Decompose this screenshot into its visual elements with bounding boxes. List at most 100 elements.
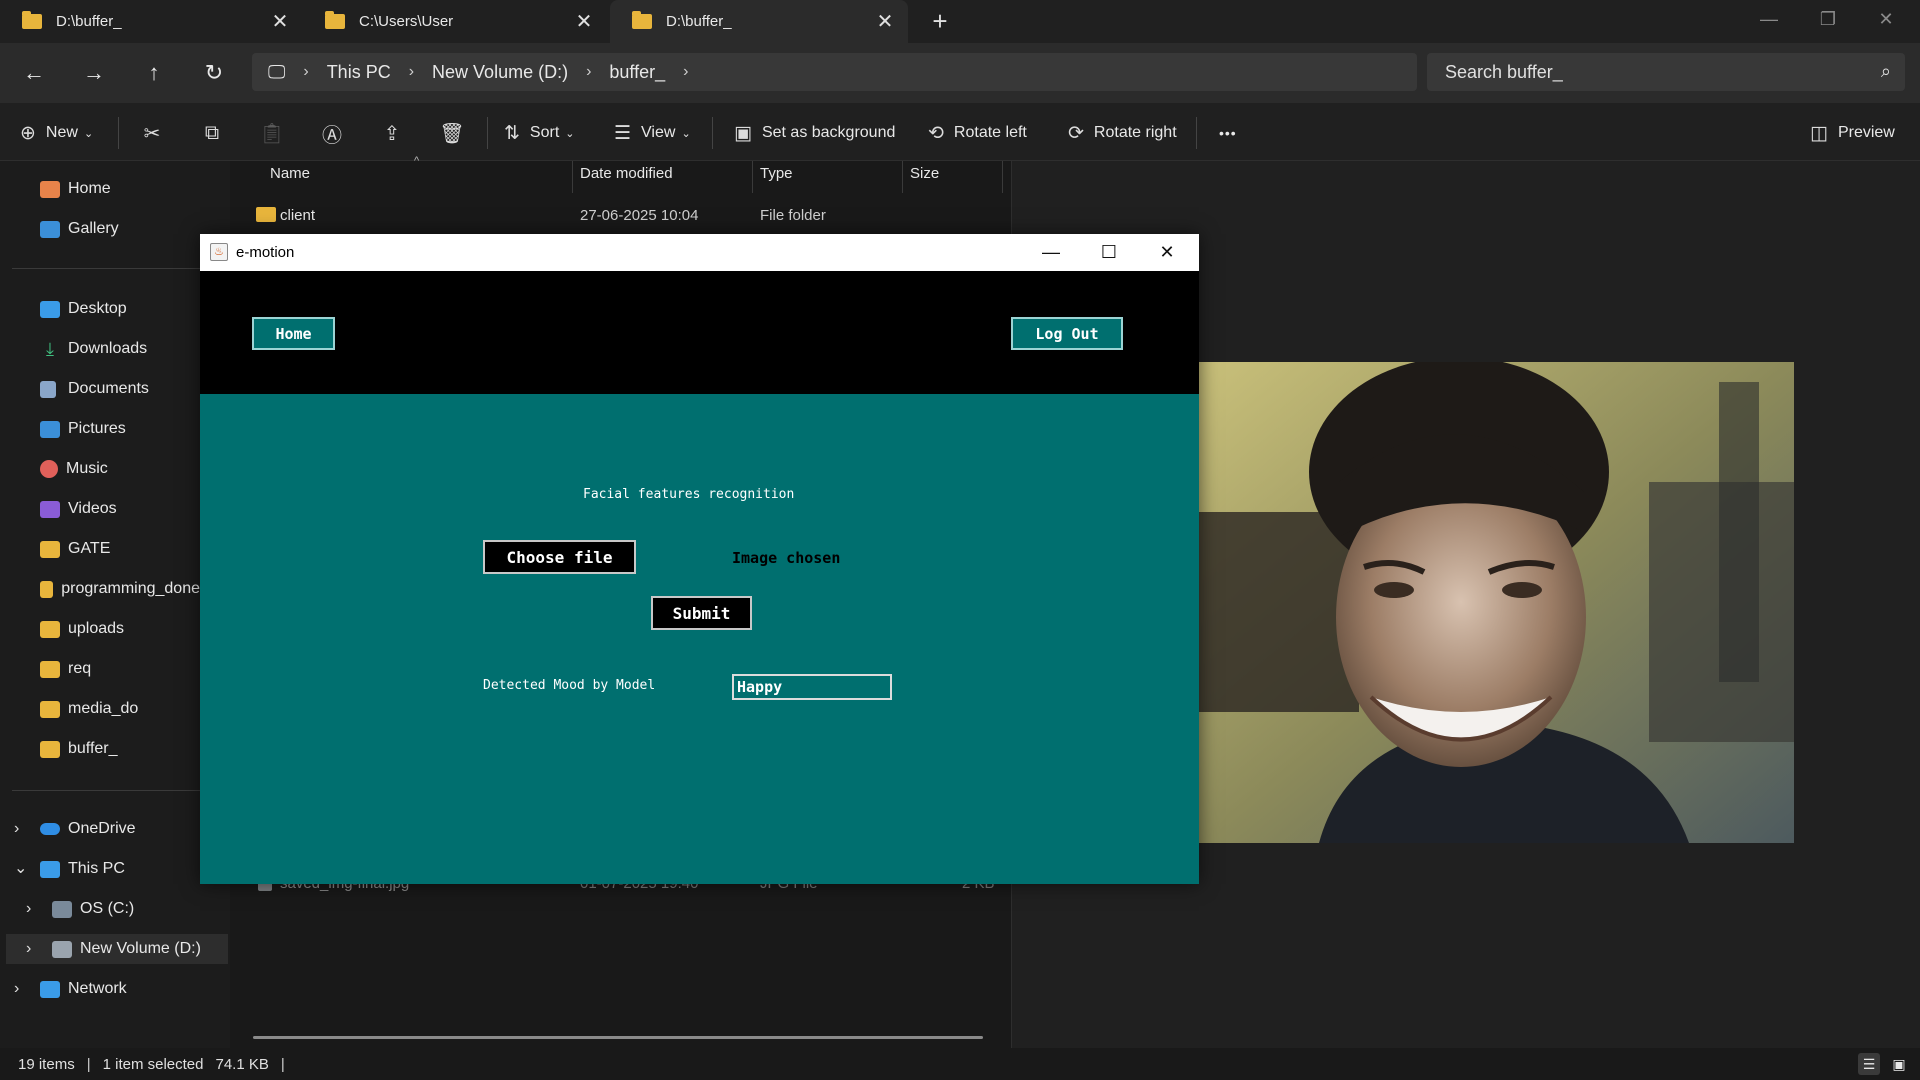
- more-options-button[interactable]: •••: [1219, 118, 1237, 148]
- sidebar-item-label: buffer_: [68, 740, 118, 757]
- gallery-icon: [40, 220, 60, 238]
- page-heading: Facial features recognition: [583, 487, 795, 502]
- sidebar-item-desktop[interactable]: Desktop: [40, 294, 127, 324]
- chevron-right-icon[interactable]: ›: [14, 980, 19, 998]
- sidebar-item-new-volume[interactable]: New Volume (D:): [6, 934, 228, 964]
- search-input[interactable]: Search buffer_ ⌕: [1427, 53, 1905, 91]
- submit-button[interactable]: Submit: [651, 596, 752, 630]
- sidebar-item-gallery[interactable]: Gallery: [40, 214, 119, 244]
- divider: [487, 117, 488, 149]
- column-header-date[interactable]: Date modified: [580, 165, 673, 189]
- sidebar-item-buffer[interactable]: buffer_: [40, 734, 118, 764]
- sidebar-item-label: Desktop: [68, 300, 127, 317]
- sidebar-item-this-pc[interactable]: This PC: [40, 854, 125, 884]
- sidebar-item-home[interactable]: Home: [40, 174, 111, 204]
- photo-of-smiling-person: [1199, 362, 1794, 843]
- chevron-right-icon[interactable]: ›: [26, 940, 31, 958]
- window-close-button[interactable]: ✕: [1858, 0, 1914, 38]
- chevron-right-icon[interactable]: ›: [14, 820, 19, 838]
- sidebar-item-documents[interactable]: Documents: [40, 374, 149, 404]
- rotate-left-button[interactable]: ⟲ Rotate left: [928, 118, 1027, 148]
- copy-button[interactable]: ⧉: [197, 118, 227, 148]
- chevron-right-icon[interactable]: ›: [26, 900, 31, 918]
- preview-pane-icon: ◫: [1810, 122, 1828, 144]
- rotate-right-button[interactable]: ⟳ Rotate right: [1068, 118, 1177, 148]
- minimize-button[interactable]: —: [1741, 0, 1797, 38]
- mood-output-field[interactable]: Happy: [732, 674, 892, 700]
- cut-button[interactable]: ✂: [137, 118, 167, 148]
- set-background-button[interactable]: ▣ Set as background: [734, 118, 895, 148]
- column-divider[interactable]: [752, 161, 753, 193]
- forward-button[interactable]: →: [76, 58, 112, 88]
- breadcrumb-folder[interactable]: buffer_: [609, 62, 665, 83]
- sidebar-item-os-c[interactable]: OS (C:): [52, 894, 134, 924]
- tiles-view-button[interactable]: ▣: [1888, 1053, 1910, 1075]
- sidebar-item-downloads[interactable]: ⤓ Downloads: [40, 334, 147, 364]
- app-title: e-motion: [236, 244, 295, 261]
- column-divider[interactable]: [902, 161, 903, 193]
- choose-file-button[interactable]: Choose file: [483, 540, 636, 574]
- sidebar-item-req[interactable]: req: [40, 654, 91, 684]
- app-close-button[interactable]: ✕: [1138, 234, 1196, 271]
- table-row[interactable]: client 27-06-2025 10:04 File folder: [256, 205, 996, 229]
- view-button[interactable]: ☰ View ⌄: [614, 118, 691, 148]
- app-maximize-button[interactable]: ☐: [1080, 234, 1138, 271]
- address-bar[interactable]: 🖵 › This PC › New Volume (D:) › buffer_ …: [252, 53, 1417, 91]
- sidebar-item-pictures[interactable]: Pictures: [40, 414, 126, 444]
- sidebar-item-programming[interactable]: programming_done: [40, 574, 200, 604]
- new-button[interactable]: ⊕ New ⌄: [20, 118, 93, 148]
- breadcrumb-drive[interactable]: New Volume (D:): [432, 62, 568, 83]
- refresh-button[interactable]: ↻: [196, 58, 232, 88]
- close-icon: ✕: [1159, 242, 1175, 262]
- details-view-icon: ☰: [1862, 1055, 1876, 1072]
- home-button[interactable]: Home: [252, 317, 335, 350]
- minimize-icon: —: [1042, 242, 1060, 262]
- chevron-down-icon[interactable]: ⌄: [14, 858, 27, 878]
- up-button[interactable]: ↑: [136, 58, 172, 88]
- arrow-right-icon: →: [83, 60, 105, 85]
- app-title-bar[interactable]: ♨ e-motion — ☐ ✕: [200, 234, 1199, 271]
- close-icon[interactable]: ✕: [569, 0, 599, 43]
- tab-users[interactable]: C:\Users\User ✕: [303, 0, 607, 43]
- rename-button[interactable]: Ⓐ: [317, 118, 347, 148]
- restore-button[interactable]: ❐: [1800, 0, 1856, 38]
- column-header-size[interactable]: Size: [910, 165, 939, 189]
- tab-buffer-active[interactable]: D:\buffer_ ✕: [610, 0, 908, 43]
- logout-button[interactable]: Log Out: [1011, 317, 1123, 350]
- preview-label: Preview: [1837, 124, 1895, 141]
- sort-button[interactable]: ⇅ Sort ⌄: [504, 118, 574, 148]
- sidebar-item-label: New Volume (D:): [80, 940, 201, 957]
- sidebar-item-uploads[interactable]: uploads: [40, 614, 124, 644]
- back-button[interactable]: ←: [16, 58, 52, 88]
- sidebar-item-music[interactable]: Music: [40, 454, 108, 484]
- breadcrumb-this-pc[interactable]: This PC: [327, 62, 391, 83]
- sidebar-item-media[interactable]: media_do: [40, 694, 138, 724]
- column-divider[interactable]: [1002, 161, 1003, 193]
- tab-label: C:\Users\User: [359, 13, 454, 30]
- chevron-right-icon: ›: [303, 63, 309, 80]
- paste-button[interactable]: 📋︎: [257, 118, 287, 148]
- sidebar-item-label: Pictures: [68, 420, 126, 437]
- horizontal-scrollbar[interactable]: [253, 1036, 983, 1039]
- delete-button[interactable]: 🗑︎: [437, 118, 467, 148]
- folder-icon: [40, 580, 54, 598]
- sidebar-item-label: Downloads: [68, 340, 148, 357]
- more-icon: •••: [1219, 125, 1237, 141]
- tab-buffer-1[interactable]: D:\buffer_ ✕: [0, 0, 303, 43]
- close-icon[interactable]: ✕: [265, 0, 295, 43]
- details-view-button[interactable]: ☰: [1858, 1053, 1880, 1075]
- new-label: New: [45, 124, 78, 141]
- sidebar-item-gate[interactable]: GATE: [40, 534, 110, 564]
- sidebar-item-videos[interactable]: Videos: [40, 494, 117, 524]
- share-button[interactable]: ⇪: [377, 118, 407, 148]
- app-minimize-button[interactable]: —: [1022, 234, 1080, 271]
- preview-pane-button[interactable]: ◫ Preview: [1810, 118, 1895, 148]
- column-header-name[interactable]: Name: [270, 165, 310, 189]
- new-tab-button[interactable]: +: [922, 0, 958, 43]
- sidebar-item-label: uploads: [68, 620, 125, 637]
- close-icon[interactable]: ✕: [870, 0, 900, 43]
- column-header-type[interactable]: Type: [760, 165, 793, 189]
- column-divider[interactable]: [572, 161, 573, 193]
- sidebar-item-onedrive[interactable]: OneDrive: [40, 814, 136, 844]
- sidebar-item-network[interactable]: Network: [40, 974, 127, 1004]
